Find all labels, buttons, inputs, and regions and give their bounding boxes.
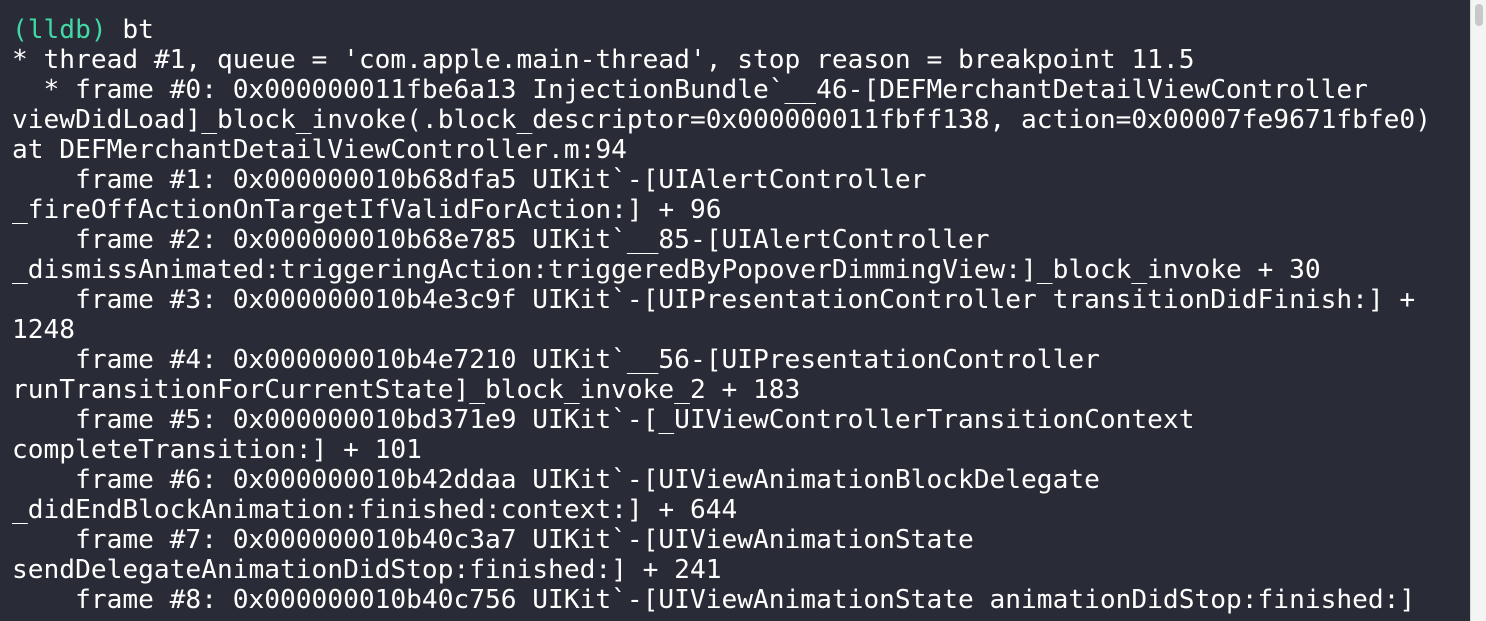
vertical-scrollbar[interactable]: [1470, 0, 1486, 621]
command-text: bt: [106, 15, 154, 45]
prompt-line: (lldb) bt: [12, 15, 1486, 45]
backtrace-line-thread: * thread #1, queue = 'com.apple.main-thr…: [12, 45, 1195, 75]
backtrace-line: at DEFMerchantDetailViewController.m:94: [12, 135, 627, 165]
backtrace-line: _fireOffActionOnTargetIfValidForAction:]…: [12, 195, 722, 225]
backtrace-line: _dismissAnimated:triggeringAction:trigge…: [12, 255, 1321, 285]
backtrace-line: frame #3: 0x000000010b4e3c9f UIKit`-[UIP…: [12, 285, 1416, 315]
backtrace-line: * frame #0: 0x000000011fbe6a13 Injection…: [12, 75, 1368, 105]
lldb-prompt: (lldb): [12, 15, 107, 45]
lldb-console-output[interactable]: (lldb) bt * thread #1, queue = 'com.appl…: [0, 0, 1486, 621]
backtrace-line: frame #5: 0x000000010bd371e9 UIKit`-[_UI…: [12, 405, 1195, 435]
backtrace-line: completeTransition:] + 101: [12, 435, 422, 465]
backtrace-line: 1248: [12, 315, 76, 345]
scrollbar-thumb[interactable]: [1475, 4, 1483, 26]
backtrace-line: frame #2: 0x000000010b68e785 UIKit`__85-…: [12, 225, 990, 255]
backtrace-line: frame #4: 0x000000010b4e7210 UIKit`__56-…: [12, 345, 1100, 375]
backtrace-line: sendDelegateAnimationDidStop:finished:] …: [12, 555, 722, 585]
backtrace-line: frame #8: 0x000000010b40c756 UIKit`-[UIV…: [12, 585, 1416, 615]
backtrace-line: _didEndBlockAnimation:finished:context:]…: [12, 495, 738, 525]
backtrace-line: viewDidLoad]_block_invoke(.block_descrip…: [12, 105, 1431, 135]
backtrace-line: frame #7: 0x000000010b40c3a7 UIKit`-[UIV…: [12, 525, 974, 555]
backtrace-line: frame #1: 0x000000010b68dfa5 UIKit`-[UIA…: [12, 165, 927, 195]
backtrace-line: runTransitionForCurrentState]_block_invo…: [12, 375, 801, 405]
backtrace-line: frame #6: 0x000000010b42ddaa UIKit`-[UIV…: [12, 465, 1100, 495]
